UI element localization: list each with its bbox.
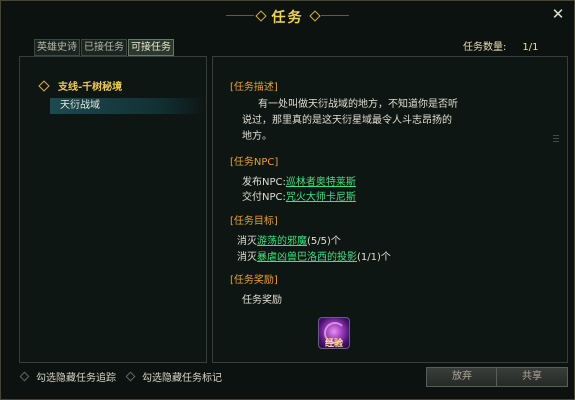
issuer-npc-row: 发布NPC:巡林者奥特莱斯	[242, 173, 356, 188]
submit-npc-link[interactable]: 咒火大师卡尼斯	[286, 192, 356, 203]
hide-tracking-checkbox[interactable]: 勾选隐藏任务追踪	[19, 369, 116, 384]
description-header: [任务描述]	[230, 82, 278, 93]
window-title: 任务	[271, 10, 304, 26]
npc-header: [任务NPC]	[230, 157, 279, 168]
quest-tabs: 英雄史诗 已接任务 可接任务	[34, 39, 175, 56]
objective-2-progress: (1/1)个	[357, 252, 391, 263]
objective-1-target-link[interactable]: 游荡的邪魔	[257, 236, 307, 247]
share-button[interactable]: 共享	[496, 367, 568, 387]
quest-count-label: 任务数量:	[463, 42, 507, 53]
reward-label: 任务奖励	[242, 295, 282, 306]
submit-npc-row: 交付NPC:咒火大师卡尼斯	[242, 188, 356, 203]
description-line-1: 有一处叫做天衍战域的地方，不知道你是否听	[258, 99, 458, 110]
issuer-npc-label: 发布NPC:	[242, 177, 286, 188]
tab-hero-epic[interactable]: 英雄史诗	[34, 39, 80, 56]
quest-window: 任务 ✕ 英雄史诗 已接任务 可接任务 任务数量: 1/1 支线-千树秘境 天衍战…	[0, 0, 575, 400]
issuer-npc-link[interactable]: 巡林者奥特莱斯	[286, 177, 356, 188]
objective-2-target-link[interactable]: 暴虐凶兽巴洛西的投影	[257, 252, 357, 263]
checkbox-diamond-icon	[125, 371, 136, 382]
quest-category-label: 支线-千树秘境	[58, 82, 123, 93]
description-line-3: 地方。	[242, 131, 272, 142]
objective-row-1: 消灭游荡的邪魔(5/5)个	[237, 232, 341, 247]
quest-detail-panel: [任务描述] 有一处叫做天衍战域的地方，不知道你是否听 说过，那里真的是这天衍星…	[212, 56, 568, 363]
hide-marker-checkbox[interactable]: 勾选隐藏任务标记	[125, 369, 222, 384]
description-line-2: 说过，那里真的是这天衍星域最令人斗志昂扬的	[242, 115, 452, 126]
title-bar: 任务 ✕	[1, 1, 574, 31]
tab-available-quests[interactable]: 可接任务	[128, 39, 174, 56]
title-ornament-right	[321, 15, 349, 16]
abandon-button[interactable]: 放弃	[426, 367, 498, 387]
quest-count: 任务数量: 1/1	[463, 38, 538, 53]
tab-accepted-quests[interactable]: 已接任务	[81, 39, 127, 56]
reward-item-label: 经验	[324, 339, 343, 349]
submit-npc-label: 交付NPC:	[242, 192, 286, 203]
experience-orb-icon[interactable]: 经验	[318, 317, 350, 349]
diamond-icon	[38, 79, 50, 92]
quest-count-value: 1/1	[522, 42, 539, 53]
quest-category-item[interactable]: 支线-千树秘境	[38, 78, 123, 93]
quest-list-item[interactable]: 天衍战域	[50, 98, 205, 114]
scrollbar-grip[interactable]	[553, 135, 559, 144]
objective-2-prefix: 消灭	[237, 252, 257, 263]
checkbox-diamond-icon	[19, 371, 30, 382]
objective-1-prefix: 消灭	[237, 236, 257, 247]
objective-header: [任务目标]	[230, 216, 278, 227]
objective-row-2: 消灭暴虐凶兽巴洛西的投影(1/1)个	[237, 248, 391, 263]
hide-tracking-label: 勾选隐藏任务追踪	[36, 373, 116, 384]
objective-1-progress: (5/5)个	[307, 236, 341, 247]
reward-header: [任务奖励]	[230, 275, 278, 286]
quest-list-panel: 支线-千树秘境 天衍战域	[19, 56, 207, 363]
close-icon[interactable]: ✕	[550, 6, 566, 22]
hide-marker-label: 勾选隐藏任务标记	[142, 373, 222, 384]
